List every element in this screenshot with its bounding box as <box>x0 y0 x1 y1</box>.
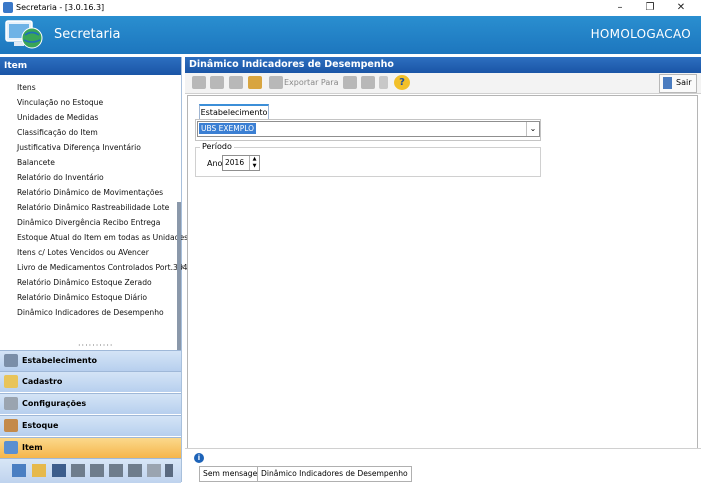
building-icon <box>4 354 18 367</box>
select-value: UBS EXEMPLO <box>199 123 257 134</box>
previous-icon[interactable] <box>361 76 375 89</box>
window-title: Secretaria - [3.0.16.3] <box>16 3 105 12</box>
app-header: Secretaria HOMOLOGACAO <box>0 16 701 54</box>
ano-label: Ano <box>207 159 223 168</box>
minimize-button[interactable]: – <box>605 0 635 16</box>
menu-item-vinculacao[interactable]: Vinculação no Estoque <box>17 98 103 107</box>
menu-item-divergencia-recibo[interactable]: Dinâmico Divergência Recibo Entrega <box>17 218 160 227</box>
nav-cadastro[interactable]: Cadastro <box>0 371 181 392</box>
spin-buttons[interactable]: ▲ ▼ <box>249 156 259 170</box>
ano-stepper[interactable]: 2016 ▲ ▼ <box>222 155 260 171</box>
sidebar: Item Itens Vinculação no Estoque Unidade… <box>0 57 188 483</box>
first-icon[interactable] <box>343 76 357 89</box>
exit-label: Sair <box>676 78 692 87</box>
menu-item-lotes-vencidos[interactable]: Itens c/ Lotes Vencidos ou AVencer <box>17 248 149 257</box>
app-icon <box>3 2 13 13</box>
pill-icon <box>4 441 18 454</box>
nav-label: Configurações <box>22 399 87 408</box>
edit-icon <box>4 375 18 388</box>
panel-resize-grip[interactable]: ·········· <box>78 341 113 350</box>
app-name: Secretaria <box>54 27 121 42</box>
close-button[interactable]: ✕ <box>666 0 696 16</box>
environment-label: HOMOLOGACAO <box>590 27 691 41</box>
exit-button[interactable]: Sair <box>659 74 697 93</box>
window-icon[interactable] <box>379 76 388 89</box>
tab-indicadores-desempenho[interactable]: Dinâmico Indicadores de Desempenho <box>257 466 412 482</box>
nav-label: Estabelecimento <box>22 356 98 365</box>
info-icon[interactable]: i <box>194 453 204 463</box>
chevron-down-icon[interactable]: ⌄ <box>526 122 539 136</box>
ano-value: 2016 <box>225 158 245 167</box>
toolbar: Exportar Para ? Sair <box>185 73 701 94</box>
nav-configuracoes[interactable]: Configurações <box>0 393 181 414</box>
restore-button[interactable]: ❐ <box>635 0 665 16</box>
tools-icon[interactable] <box>147 464 161 477</box>
menu-item-rastreabilidade-lote[interactable]: Relatório Dinâmico Rastreabilidade Lote <box>17 203 169 212</box>
spin-up-icon[interactable]: ▲ <box>250 156 259 163</box>
menu-item-indicadores-desempenho[interactable]: Dinâmico Indicadores de Desempenho <box>17 308 164 317</box>
menu-item-classificacao[interactable]: Classificação do Item <box>17 128 98 137</box>
tab-estabelecimento[interactable]: Estabelecimento <box>199 104 269 120</box>
page-title: Dinâmico Indicadores de Desempenho <box>185 57 701 73</box>
printer-icon[interactable] <box>109 464 123 477</box>
notes-icon[interactable] <box>32 464 46 477</box>
nav-label: Item <box>22 443 43 452</box>
preview-icon[interactable] <box>210 76 224 89</box>
window-titlebar: Secretaria - [3.0.16.3] – ❐ ✕ <box>0 0 701 16</box>
help-icon[interactable]: ? <box>394 75 410 90</box>
report-icon[interactable] <box>248 76 262 89</box>
estabelecimento-select[interactable]: UBS EXEMPLO ⌄ <box>197 121 540 137</box>
menu-item-justificativa[interactable]: Justificativa Diferença Inventário <box>17 143 141 152</box>
export-icon[interactable] <box>269 76 283 89</box>
printer-icon[interactable] <box>128 464 142 477</box>
nav-label: Cadastro <box>22 377 63 386</box>
book-icon[interactable] <box>12 464 26 477</box>
periodo-label: Período <box>200 142 234 151</box>
sidebar-title: Item <box>0 57 181 75</box>
menu-item-relatorio-movimentacoes[interactable]: Relatório Dinâmico de Movimentações <box>17 188 163 197</box>
menu-item-livro-medicamentos[interactable]: Livro de Medicamentos Controlados Port.3… <box>17 263 188 272</box>
menu-item-unidades[interactable]: Unidades de Medidas <box>17 113 98 122</box>
printer-icon[interactable] <box>90 464 104 477</box>
menu-item-estoque-diario[interactable]: Relatório Dinâmico Estoque Diário <box>17 293 147 302</box>
menu-item-itens[interactable]: Itens <box>17 83 36 92</box>
menu-item-balancete[interactable]: Balancete <box>17 158 55 167</box>
export-menu[interactable]: Exportar Para <box>284 78 338 87</box>
status-bar <box>185 448 701 467</box>
nav-estoque[interactable]: Estoque <box>0 415 181 436</box>
overflow-icon[interactable] <box>165 464 173 477</box>
print-icon[interactable] <box>192 76 206 89</box>
spin-down-icon[interactable]: ▼ <box>250 163 259 170</box>
eraser-icon[interactable] <box>229 76 243 89</box>
device-icon[interactable] <box>52 464 66 477</box>
nav-label: Estoque <box>22 421 59 430</box>
menu-item-estoque-atual[interactable]: Estoque Atual do Item em todas as Unidad… <box>17 233 188 242</box>
quick-launch-bar <box>0 458 181 483</box>
door-icon <box>663 77 672 89</box>
tools-icon <box>4 397 18 410</box>
printer-icon[interactable] <box>71 464 85 477</box>
sidebar-collapse-icon[interactable]: ‹ <box>181 262 184 271</box>
box-icon <box>4 419 18 432</box>
menu-item-relatorio-inventario[interactable]: Relatório do Inventário <box>17 173 104 182</box>
nav-item[interactable]: Item <box>0 437 181 458</box>
nav-estabelecimento[interactable]: Estabelecimento <box>0 350 181 371</box>
monitor-globe-icon <box>5 20 43 49</box>
menu-item-estoque-zerado[interactable]: Relatório Dinâmico Estoque Zerado <box>17 278 152 287</box>
